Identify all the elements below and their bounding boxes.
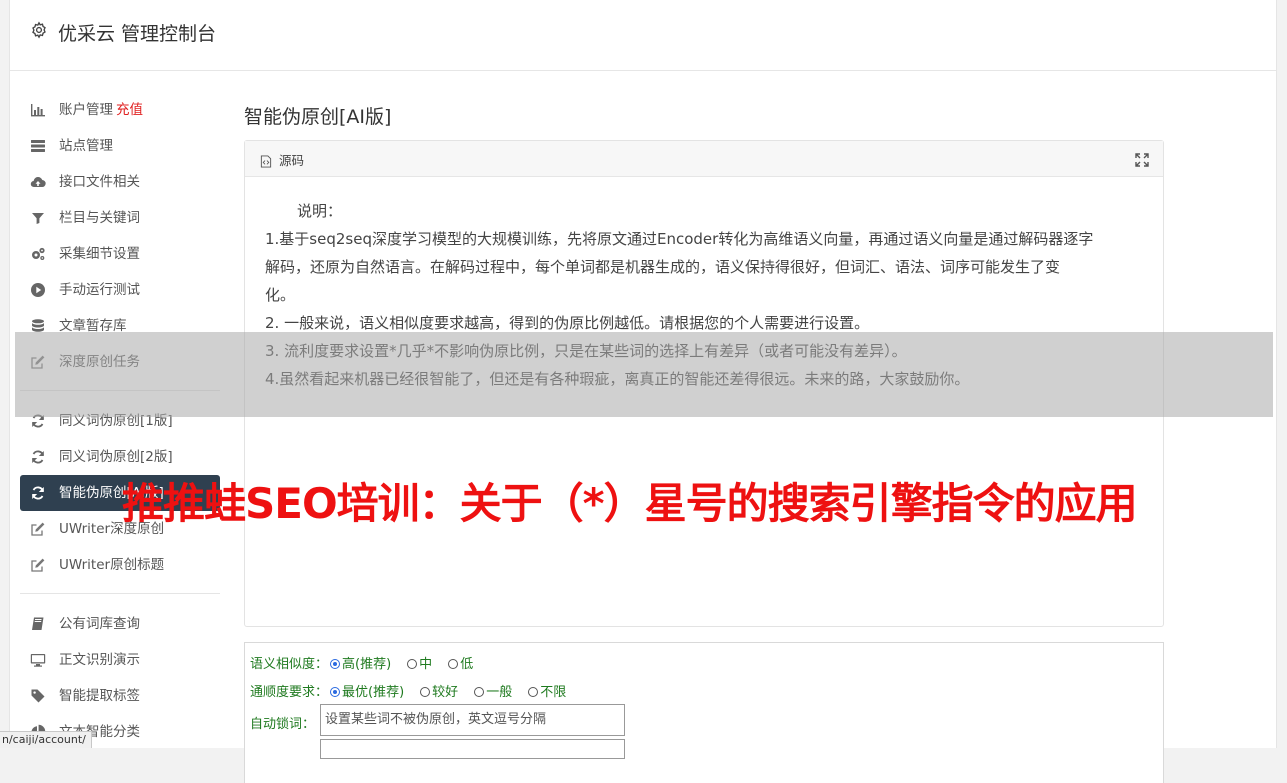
sidebar-item-label: 智能提取标签 [59, 688, 140, 704]
fluency-label: 通顺度要求： [250, 685, 329, 700]
similarity-option[interactable]: 低 [446, 657, 473, 672]
sidebar-item-label: 正文识别演示 [59, 652, 140, 668]
fluency-option[interactable]: 最优(推荐) [328, 685, 404, 700]
tag-icon [30, 688, 46, 704]
similarity-radio[interactable] [330, 659, 341, 669]
sidebar-item[interactable]: 公有词库查询 [20, 606, 220, 642]
source-file-icon [260, 153, 272, 168]
sidebar-item[interactable]: 站点管理 [20, 128, 220, 164]
book-icon [30, 616, 46, 632]
intro-label: 说明： [297, 202, 343, 220]
fluency-option[interactable]: 较好 [418, 685, 458, 700]
sidebar-item-label: 站点管理 [59, 138, 113, 154]
similarity-option[interactable]: 高(推荐) [328, 657, 391, 672]
expand-icon[interactable] [1135, 152, 1149, 167]
similarity-option[interactable]: 中 [405, 657, 432, 672]
fluency-radio[interactable] [420, 687, 431, 697]
play-circle-icon [30, 282, 46, 298]
cogs-icon [30, 246, 46, 262]
refresh-icon [30, 449, 46, 465]
sidebar-divider [20, 593, 220, 594]
gear-icon [30, 21, 48, 39]
lock-label: 自动锁词： [250, 717, 316, 732]
sidebar-item[interactable]: 采集细节设置 [20, 236, 220, 272]
overlay-band [15, 332, 1273, 417]
sidebar-item[interactable]: 接口文件相关 [20, 164, 220, 200]
similarity-radio[interactable] [407, 659, 418, 669]
description-line: 1.基于seq2seq深度学习模型的大规模训练，先将原文通过Encoder转化为… [265, 230, 1094, 248]
app-title: 优采云 管理控制台 [58, 23, 217, 45]
fluency-option-label: 最优(推荐) [342, 685, 405, 700]
similarity-row: 语义相似度： 高(推荐) 中 低 [250, 653, 487, 672]
page-title: 智能伪原创[AI版] [244, 106, 392, 128]
cloud-upload-icon [30, 174, 46, 190]
sidebar-item-label: 公有词库查询 [59, 616, 140, 632]
sidebar-item[interactable]: 手动运行测试 [20, 272, 220, 308]
top-bar: 优采云 管理控制台 [10, 0, 1276, 71]
fluency-option[interactable]: 一般 [472, 685, 512, 700]
overlay-headline: 推推蛙SEO培训：关于（*）星号的搜索引擎指令的应用 [122, 479, 1138, 528]
sidebar-item-label: 栏目与关键词 [59, 210, 140, 226]
description-line: 化。 [265, 286, 296, 304]
sidebar-item-label: 同义词伪原创[2版] [59, 449, 173, 465]
server-icon [30, 138, 46, 154]
similarity-option-label: 低 [460, 657, 474, 672]
filter-icon [30, 210, 46, 226]
refresh-icon [30, 485, 46, 501]
fluency-row: 通顺度要求： 最优(推荐) 较好 一般 不限 [250, 681, 580, 700]
bar-chart-icon [30, 102, 46, 118]
sidebar-item-label: 手动运行测试 [59, 282, 140, 298]
lock-words-input[interactable]: 设置某些词不被伪原创，英文逗号分隔 [320, 704, 625, 736]
sidebar-item-label: 接口文件相关 [59, 174, 140, 190]
sidebar-item[interactable]: 账户管理 充值 [20, 92, 220, 128]
sidebar-item[interactable]: 智能提取标签 [20, 678, 220, 714]
fluency-radio[interactable] [330, 687, 341, 697]
edit-icon [30, 557, 46, 573]
similarity-label: 语义相似度： [250, 657, 329, 672]
fluency-option-label: 较好 [432, 685, 459, 700]
fluency-option[interactable]: 不限 [526, 685, 566, 700]
fluency-radio[interactable] [528, 687, 539, 697]
fluency-radio[interactable] [474, 687, 485, 697]
edit-icon [30, 521, 46, 537]
sidebar-item[interactable]: 正文识别演示 [20, 642, 220, 678]
similarity-option-label: 高(推荐) [342, 657, 392, 672]
recharge-link[interactable]: 充值 [116, 102, 143, 118]
panel-header-label: 源码 [279, 153, 305, 168]
sidebar: 账户管理充值站点管理接口文件相关栏目与关键词采集细节设置手动运行测试文章暂存库深… [20, 92, 220, 750]
fluency-option-label: 一般 [486, 685, 513, 700]
secondary-input[interactable] [320, 739, 625, 759]
status-bar-url: n/caiji/account/ [0, 731, 92, 748]
description-line: 解码，还原为自然语言。在解码过程中，每个单词都是机器生成的，语义保持得很好，但词… [265, 258, 1061, 276]
fluency-option-label: 不限 [540, 685, 567, 700]
monitor-icon [30, 652, 46, 668]
similarity-option-label: 中 [419, 657, 433, 672]
sidebar-item-label: 账户管理 [59, 102, 113, 118]
sidebar-item-label: 采集细节设置 [59, 246, 140, 262]
sidebar-item[interactable]: UWriter原创标题 [20, 547, 220, 583]
options-form: 语义相似度： 高(推荐) 中 低 通顺度要求： 最优(推荐) 较好 一般 不限 自动锁词： 设… [244, 642, 1164, 783]
lock-row: 自动锁词： [250, 713, 315, 732]
similarity-radio[interactable] [448, 659, 459, 669]
sidebar-item[interactable]: 栏目与关键词 [20, 200, 220, 236]
sidebar-item-label: UWriter原创标题 [59, 557, 165, 573]
panel-header: 源码 [245, 141, 1163, 177]
main-content: 智能伪原创[AI版] 源码 说明： 1.基于seq2seq深度学习模型的大规模训… [244, 92, 1164, 783]
